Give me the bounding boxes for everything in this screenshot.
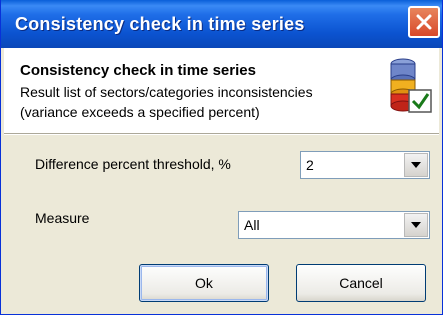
close-button[interactable]: [408, 6, 440, 38]
measure-label: Measure: [35, 210, 90, 226]
database-check-icon: [390, 58, 432, 113]
cancel-button[interactable]: Cancel: [296, 264, 426, 302]
measure-value: All: [244, 217, 260, 233]
threshold-combobox[interactable]: 2: [300, 151, 430, 179]
header-description-line1: Result list of sectors/categories incons…: [20, 84, 313, 100]
dialog-header: Consistency check in time series Result …: [4, 48, 439, 134]
window-title: Consistency check in time series: [15, 13, 305, 34]
dialog-window: Consistency check in time series Consist…: [0, 0, 443, 315]
threshold-label: Difference percent threshold, %: [35, 156, 231, 172]
measure-dropdown-button[interactable]: [404, 213, 428, 237]
header-description-line2: (variance exceeds a specified percent): [20, 104, 260, 120]
chevron-down-icon: [411, 222, 421, 228]
header-title: Consistency check in time series: [20, 62, 256, 79]
close-icon: [416, 14, 432, 30]
header-separator: [4, 134, 439, 135]
title-bar[interactable]: Consistency check in time series: [1, 0, 442, 48]
threshold-value: 2: [306, 157, 314, 173]
ok-button[interactable]: Ok: [139, 264, 269, 302]
threshold-dropdown-button[interactable]: [404, 153, 428, 177]
chevron-down-icon: [411, 162, 421, 168]
measure-combobox[interactable]: All: [238, 211, 430, 239]
